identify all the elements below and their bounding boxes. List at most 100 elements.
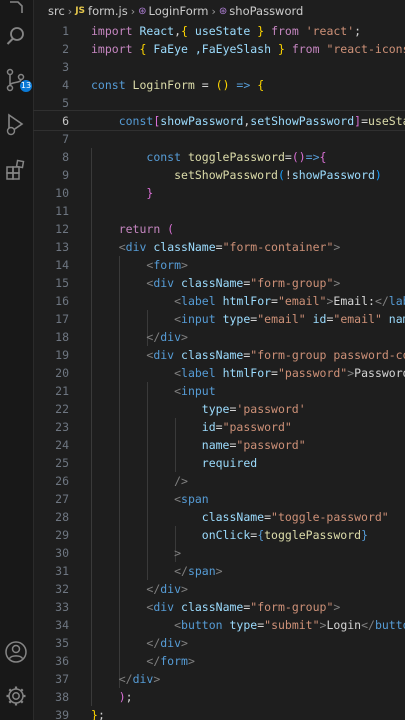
code-line[interactable]: 37 </div> [33,670,405,688]
code-line[interactable]: 14 <form> [33,256,405,274]
code-line[interactable]: 23 id="password" [33,418,405,436]
code-token: "form-group password-contai [250,348,405,362]
code-line[interactable]: 13 <div className="form-container"> [33,238,405,256]
breadcrumb-symbol-shopassword[interactable]: shoPassword [229,4,303,18]
line-number: 1 [62,24,69,38]
code-line[interactable]: 17 <input type="email" id="email" name="… [33,310,405,328]
code-token: className [181,348,244,362]
code-token: name [388,312,405,326]
code-line[interactable]: 9 setShowPassword(!showPassword) [33,166,405,184]
extensions-icon[interactable] [4,158,28,182]
code-token: , [174,24,182,38]
line-number: 19 [55,348,69,362]
code-token: showPassword [291,168,375,182]
code-line[interactable]: 21 <input [33,382,405,400]
code-line[interactable]: 28 className="toggle-password" [33,508,405,526]
code-line[interactable]: 39}; [33,706,405,720]
code-token: input [181,312,223,326]
line-number: 31 [55,564,69,578]
code-line[interactable]: 36 </form> [33,652,405,670]
code-line[interactable]: 3 [33,58,405,76]
code-line[interactable]: 24 name="password" [33,436,405,454]
code-line[interactable]: 25 required [33,454,405,472]
code-token: div [160,582,182,596]
code-line[interactable]: 27 <span [33,490,405,508]
code-text: <form> [91,256,188,274]
code-text: onClick={togglePassword} [91,526,368,544]
code-line[interactable]: 34 <button type="submit">Login</button> [33,616,405,634]
code-text: <span [91,490,209,508]
code-token: } [361,528,368,542]
line-number: 32 [55,582,69,596]
code-line[interactable]: 5 [33,94,405,112]
code-token: import [91,42,140,56]
code-editor[interactable]: 1 import React,{ useState } from 'react';… [33,22,405,720]
code-line[interactable]: 7 [33,130,405,148]
code-line[interactable]: 26 /> [33,472,405,490]
code-line[interactable]: 8 const togglePassword=()=>{ [33,148,405,166]
line-number: 23 [55,420,69,434]
code-line[interactable]: 35 </div> [33,634,405,652]
run-debug-icon[interactable] [4,112,28,136]
code-line[interactable]: 1 import React,{ useState } from 'react'; [33,22,405,40]
code-line[interactable]: 19 <div className="form-group password-c… [33,346,405,364]
code-token: () [215,78,230,92]
code-token: = [194,78,216,92]
code-line[interactable]: 33 <div className="form-group"> [33,598,405,616]
code-token: { [257,78,265,92]
line-number: 9 [62,168,69,182]
code-text: import React,{ useState } from 'react'; [91,22,361,40]
explorer-icon[interactable] [4,0,28,24]
breadcrumb-file[interactable]: form.js [88,4,128,18]
code-text: <div className="form-group"> [91,598,340,616]
account-icon[interactable] [4,640,28,664]
code-line[interactable]: 38 ); [33,688,405,706]
code-text: </div> [91,580,188,598]
code-token: => [305,150,320,164]
code-line[interactable]: 30 > [33,544,405,562]
code-token: "toggle-password" [271,510,389,524]
code-token: htmlFor [222,366,272,380]
code-line[interactable]: 12 return ( [33,220,405,238]
code-line[interactable]: 10 } [33,184,405,202]
code-token: div [160,330,182,344]
code-line[interactable]: 6 const[showPassword,setShowPassword]=us… [33,112,405,130]
settings-gear-icon[interactable] [4,684,28,708]
code-token: "form-group" [250,600,334,614]
code-token: className [181,276,244,290]
code-line[interactable]: 31 </span> [33,562,405,580]
code-line[interactable]: 20 <label htmlFor="password">Password:</… [33,364,405,382]
code-text: <button type="submit">Login</button> [91,616,405,634]
code-line[interactable]: 11 [33,202,405,220]
source-control-icon[interactable]: 13 [4,68,32,92]
code-line[interactable]: 29 onClick={togglePassword} [33,526,405,544]
breadcrumb-folder[interactable]: src [48,4,65,18]
activity-bar: 13 [0,0,34,720]
code-line[interactable]: 32 </div> [33,580,405,598]
code-token: Password: [354,366,405,380]
code-token: div [132,672,154,686]
code-token: span [181,492,209,506]
code-token: Login [326,618,362,632]
code-line[interactable]: 16 <label htmlFor="email">Email:</label> [33,292,405,310]
code-line[interactable]: 22 type='password' [33,400,405,418]
search-icon[interactable] [4,24,28,48]
code-text: <label htmlFor="email">Email:</label> [91,292,405,310]
line-number: 29 [55,528,69,542]
code-line[interactable]: 4 const LoginForm = () => { [33,76,405,94]
code-token: > [181,582,188,596]
code-line[interactable]: 15 <div className="form-group"> [33,274,405,292]
code-token: div [153,600,182,614]
breadcrumb-symbol-loginform[interactable]: LoginForm [149,4,209,18]
code-line[interactable]: 18 </div> [33,328,405,346]
code-line[interactable]: 2 import { FaEye ,FaEyeSlash } from "reac… [33,40,405,58]
code-token: </ [374,294,389,308]
